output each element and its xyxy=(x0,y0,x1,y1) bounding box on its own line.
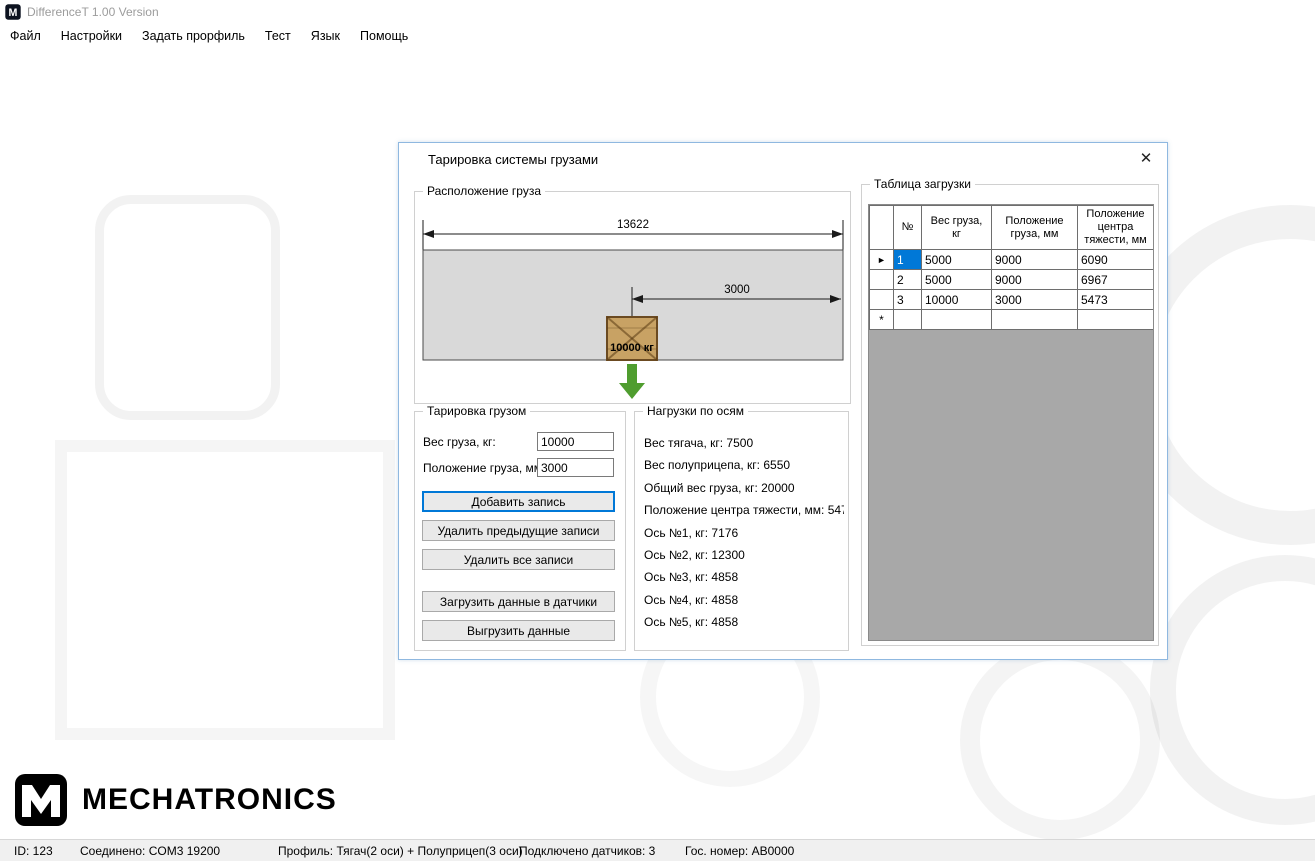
axle-3-load-text: Ось №3, кг: 4858 xyxy=(644,570,844,592)
table-row: ► 1 5000 9000 6090 xyxy=(870,250,1154,270)
app-window: M DifferenceT 1.00 Version Файл Настройк… xyxy=(0,0,1315,861)
menu-help[interactable]: Помощь xyxy=(350,26,418,46)
table-new-row: * xyxy=(870,310,1154,330)
window-title: DifferenceT 1.00 Version xyxy=(27,5,159,19)
bg-brake-drum-2 xyxy=(1150,555,1315,825)
bg-air-tank xyxy=(95,195,280,420)
load-placement-diagram: 13622 3000 10000 кг xyxy=(415,192,852,403)
status-sensors: Подключено датчиков: 3 xyxy=(519,844,655,858)
position-input[interactable] xyxy=(537,458,614,477)
load-data-to-sensors-button[interactable]: Загрузить данные в датчики xyxy=(422,591,615,612)
axle-5-load-text: Ось №5, кг: 4858 xyxy=(644,615,844,637)
grid-cell-position[interactable]: 9000 xyxy=(992,250,1078,270)
group-taring: Тарировка грузом Вес груза, кг: Положени… xyxy=(414,411,626,651)
grid-cell-position[interactable]: 3000 xyxy=(992,290,1078,310)
taring-dialog: Тарировка системы грузами ✕ Расположение… xyxy=(398,142,1168,660)
group-axle-loads-title: Нагрузки по осям xyxy=(643,404,748,418)
dim-total-arrow-left xyxy=(423,230,434,238)
grid-col-cg[interactable]: Положение центра тяжести, мм xyxy=(1078,206,1154,250)
table-row: 2 5000 9000 6967 xyxy=(870,270,1154,290)
weight-label: Вес груза, кг: xyxy=(423,435,496,449)
semitrailer-weight-text: Вес полуприцепа, кг: 6550 xyxy=(644,458,844,480)
app-logo-icon: M xyxy=(5,4,21,20)
loading-data-grid[interactable]: № Вес груза, кг Положение груза, мм Поло… xyxy=(868,204,1154,641)
dialog-title: Тарировка системы грузами xyxy=(428,152,598,167)
close-icon[interactable]: ✕ xyxy=(1136,149,1156,169)
grid-cell-num[interactable]: 1 xyxy=(894,250,922,270)
grid-cell-position[interactable]: 9000 xyxy=(992,270,1078,290)
dim-pos-label: 3000 xyxy=(724,284,750,296)
group-loading-table-title: Таблица загрузки xyxy=(870,177,975,191)
grid-cell-weight[interactable]: 10000 xyxy=(922,290,992,310)
total-load-weight-text: Общий вес груза, кг: 20000 xyxy=(644,481,844,503)
grid-col-position[interactable]: Положение груза, мм xyxy=(992,206,1078,250)
tractor-weight-text: Вес тягача, кг: 7500 xyxy=(644,436,844,458)
add-record-button[interactable]: Добавить запись xyxy=(422,491,615,512)
menu-settings[interactable]: Настройки xyxy=(51,26,132,46)
grid-cell-cg[interactable]: 5473 xyxy=(1078,290,1154,310)
unload-data-button[interactable]: Выгрузить данные xyxy=(422,620,615,641)
cg-position-text: Положение центра тяжести, мм: 5473 xyxy=(644,503,844,525)
grid-cell-num[interactable]: 3 xyxy=(894,290,922,310)
load-direction-arrow-icon xyxy=(619,364,645,399)
row-selector-current[interactable]: ► xyxy=(870,250,894,270)
svg-text:M: M xyxy=(9,7,18,19)
axle-1-load-text: Ось №1, кг: 7176 xyxy=(644,526,844,548)
group-axle-loads: Нагрузки по осям Вес тягача, кг: 7500 Ве… xyxy=(634,411,849,651)
position-label: Положение груза, мм: xyxy=(423,461,545,475)
mechatronics-logo-icon xyxy=(14,773,68,827)
bg-frame xyxy=(55,440,395,740)
grid-cell-empty[interactable] xyxy=(894,310,922,330)
group-load-placement: Расположение груза 13622 3000 xyxy=(414,191,851,404)
status-id: ID: 123 xyxy=(14,844,53,858)
group-loading-table: Таблица загрузки № Вес груза, кг Положен… xyxy=(861,184,1159,646)
table-row: 3 10000 3000 5473 xyxy=(870,290,1154,310)
menu-bar: Файл Настройки Задать прорфиль Тест Язык… xyxy=(0,24,1315,47)
menu-set-profile[interactable]: Задать прорфиль xyxy=(132,26,255,46)
grid-header-row: № Вес груза, кг Положение груза, мм Поло… xyxy=(870,206,1154,250)
dim-total-label: 13622 xyxy=(617,219,649,231)
title-bar: M DifferenceT 1.00 Version xyxy=(0,0,1315,24)
axle-loads-list: Вес тягача, кг: 7500 Вес полуприцепа, кг… xyxy=(644,436,844,638)
row-selector[interactable] xyxy=(870,290,894,310)
grid-cell-num[interactable]: 2 xyxy=(894,270,922,290)
group-taring-title: Тарировка грузом xyxy=(423,404,530,418)
menu-file[interactable]: Файл xyxy=(0,26,51,46)
delete-all-records-button[interactable]: Удалить все записи xyxy=(422,549,615,570)
row-selector-new[interactable]: * xyxy=(870,310,894,330)
status-profile: Профиль: Тягач(2 оси) + Полуприцеп(3 оси… xyxy=(278,844,523,858)
mechatronics-logo-text: MECHATRONICS xyxy=(82,783,337,817)
axle-4-load-text: Ось №4, кг: 4858 xyxy=(644,593,844,615)
status-plate-number: Гос. номер: AB0000 xyxy=(685,844,794,858)
axle-2-load-text: Ось №2, кг: 12300 xyxy=(644,548,844,570)
crate-weight-label: 10000 кг xyxy=(610,342,654,354)
grid-cell-empty[interactable] xyxy=(922,310,992,330)
grid-cell-empty[interactable] xyxy=(1078,310,1154,330)
dim-total-arrow-right xyxy=(832,230,843,238)
status-bar: ID: 123 Соединено: COM3 19200 Профиль: Т… xyxy=(0,839,1315,861)
status-connection: Соединено: COM3 19200 xyxy=(80,844,220,858)
grid-cell-weight[interactable]: 5000 xyxy=(922,250,992,270)
delete-previous-records-button[interactable]: Удалить предыдущие записи xyxy=(422,520,615,541)
menu-language[interactable]: Язык xyxy=(301,26,350,46)
grid-cell-empty[interactable] xyxy=(992,310,1078,330)
grid-corner-header[interactable] xyxy=(870,206,894,250)
menu-test[interactable]: Тест xyxy=(255,26,301,46)
grid-col-number[interactable]: № xyxy=(894,206,922,250)
grid-cell-cg[interactable]: 6090 xyxy=(1078,250,1154,270)
grid-cell-cg[interactable]: 6967 xyxy=(1078,270,1154,290)
grid-cell-weight[interactable]: 5000 xyxy=(922,270,992,290)
mechatronics-logo: MECHATRONICS xyxy=(14,772,337,828)
grid-col-weight[interactable]: Вес груза, кг xyxy=(922,206,992,250)
row-selector[interactable] xyxy=(870,270,894,290)
bg-wheel-hub-1 xyxy=(960,640,1160,840)
weight-input[interactable] xyxy=(537,432,614,451)
